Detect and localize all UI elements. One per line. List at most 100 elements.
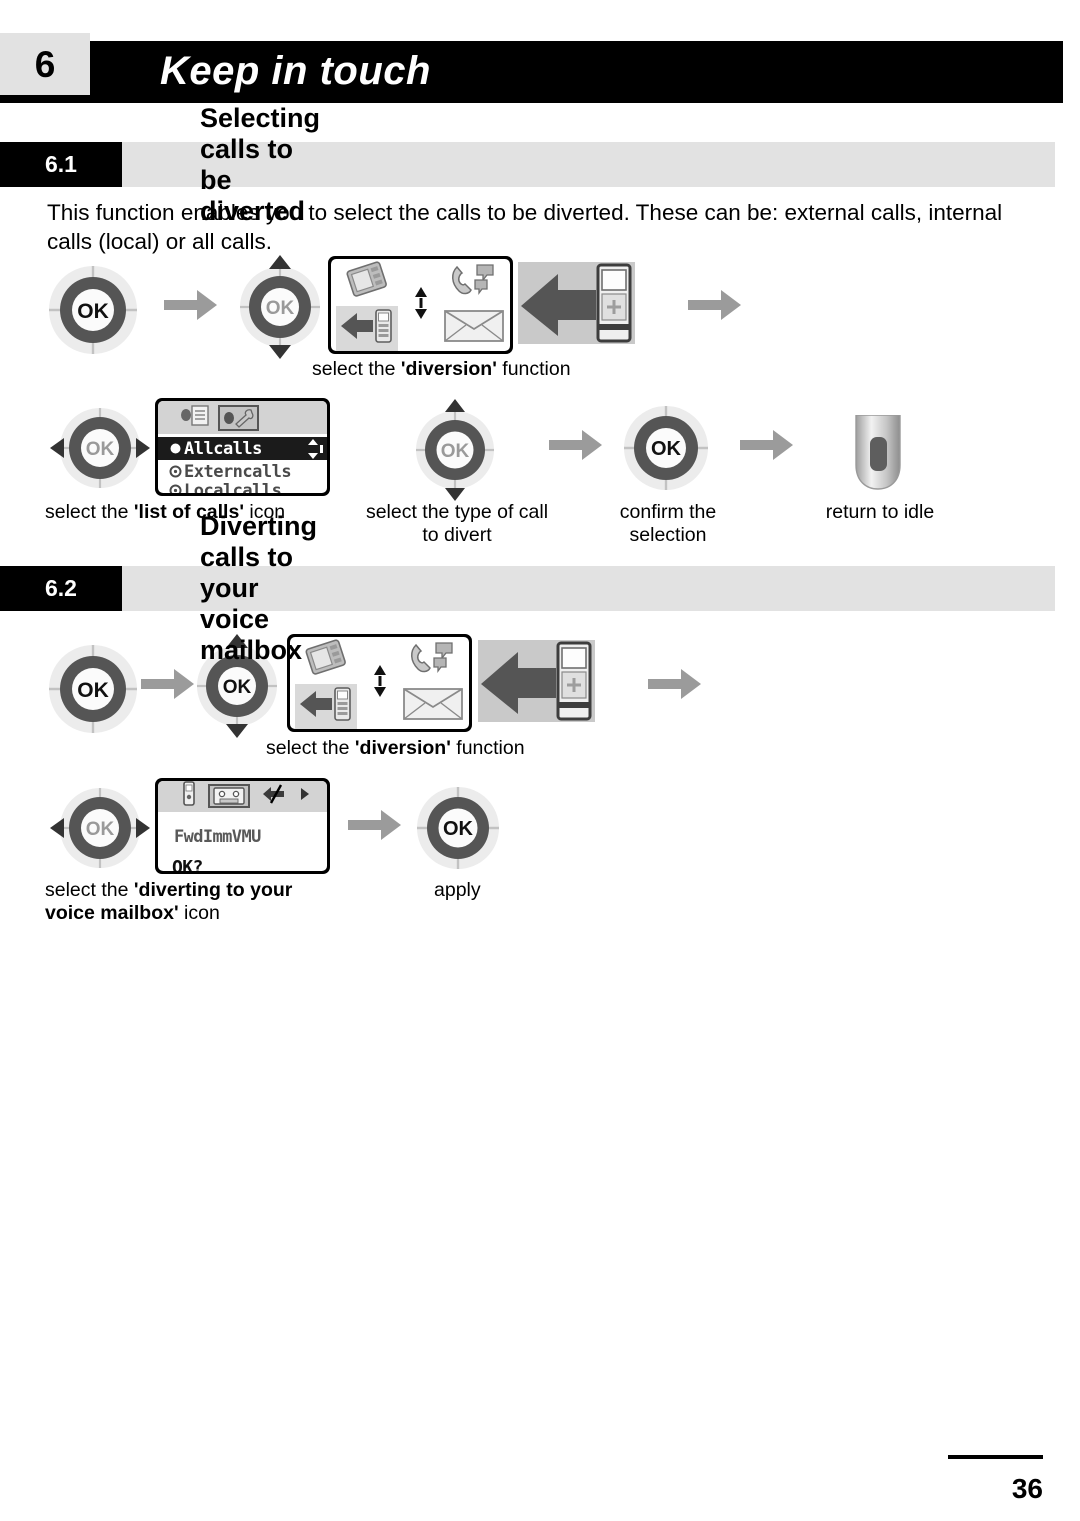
caption-text-bold-line-2: voice mailbox' — [45, 901, 179, 924]
caption-return-to-idle: return to idle — [825, 501, 935, 523]
list-item[interactable]: Localcalls — [158, 479, 327, 493]
down-arrow-icon — [226, 724, 248, 738]
up-down-arrows-icon — [372, 664, 388, 702]
caption-select-diversion: select the 'diversion' function — [312, 358, 612, 381]
left-arrow-icon — [50, 818, 64, 838]
section-number: 6.1 — [45, 151, 77, 177]
vm-confirm-prompt: OK? — [172, 857, 203, 871]
caption-select-diverting-voice-mailbox: select the 'diverting to your voice mail… — [45, 879, 375, 925]
diversion-icon-callout — [478, 640, 595, 722]
diversion-icon-callout — [518, 262, 635, 344]
ok-key-label: OK — [86, 819, 115, 840]
diversion-arrow-icon[interactable] — [336, 305, 399, 351]
caption-text-post: icon — [178, 901, 220, 924]
radio-unselected-icon — [166, 484, 184, 493]
step-arrow-icon — [549, 428, 603, 462]
section-number-box: 6.1 — [0, 142, 122, 187]
section-number: 6.2 — [45, 575, 77, 601]
caption-line-2: to divert — [422, 523, 492, 546]
step-arrow-icon — [141, 667, 195, 701]
nav-wheel-ok-plain[interactable]: OK — [45, 262, 141, 358]
handset-icon[interactable] — [182, 781, 196, 811]
nav-wheel-up-down[interactable]: OK — [406, 398, 504, 502]
next-arrow-icon[interactable] — [300, 787, 310, 806]
lcd-tab-bar — [158, 401, 327, 435]
handset-calls-icon[interactable] — [447, 261, 501, 304]
caption-text-bold: 'diversion' — [400, 358, 497, 380]
caption-line-2: selection — [629, 523, 707, 546]
caption-line-1: select the type of call — [365, 501, 549, 523]
nav-wheel-ok-apply[interactable]: OK — [412, 782, 504, 874]
lcd-voice-mailbox-screen: FwdImmVMU OK? — [155, 778, 330, 874]
settings-wrench-icon[interactable] — [218, 404, 259, 431]
left-arrow-icon — [50, 438, 64, 458]
caption-apply: apply — [434, 879, 481, 901]
nav-wheel-ok-confirm[interactable]: OK — [618, 400, 714, 496]
step-arrow-icon — [740, 428, 794, 462]
footer-divider — [948, 1455, 1043, 1459]
step-arrow-icon — [348, 808, 402, 842]
nav-wheel-ok-plain[interactable]: OK — [45, 641, 141, 737]
ok-key-label: OK — [441, 441, 470, 462]
chapter-number-box: 6 — [0, 33, 90, 95]
section-intro-text: This function enables you to select the … — [47, 200, 1003, 254]
vm-status-text: FwdImmVMU — [174, 827, 261, 847]
section-number-box: 6.2 — [0, 566, 122, 611]
caption-text-pre: select the — [312, 358, 401, 380]
caption-text-pre: select the — [266, 737, 355, 759]
list-item-label: Allcalls — [184, 438, 262, 459]
caption-confirm-selection: confirm the selection — [586, 501, 750, 547]
diversion-cancel-icon[interactable] — [262, 784, 288, 809]
down-arrow-icon — [445, 488, 465, 501]
lcd-list-of-calls-screen: Allcalls Externcalls Localcalls — [155, 398, 330, 496]
step-arrow-icon — [688, 288, 742, 322]
radio-unselected-icon — [166, 465, 184, 478]
caption-text-post: function — [450, 737, 525, 759]
up-arrow-icon — [445, 399, 465, 412]
caption-select-diversion: select the 'diversion' function — [266, 737, 586, 760]
section-gray-band — [0, 142, 1055, 187]
nav-wheel-left-right[interactable]: OK — [48, 400, 152, 496]
nav-wheel-left-right[interactable]: OK — [48, 780, 152, 876]
chapter-number: 6 — [34, 43, 56, 85]
caption-text-post: function — [496, 358, 571, 380]
envelope-icon[interactable] — [443, 307, 505, 350]
list-item-label: Localcalls — [184, 480, 282, 494]
page-number: 36 — [1011, 1473, 1043, 1504]
contacts-list-icon[interactable] — [180, 404, 210, 431]
lcd-tab-bar — [158, 781, 327, 812]
ok-key-label: OK — [77, 300, 109, 323]
ok-key-label: OK — [223, 677, 252, 698]
ok-key-label: OK — [86, 439, 115, 460]
ok-key-label: OK — [651, 438, 682, 460]
ok-key-label: OK — [266, 298, 295, 319]
envelope-icon[interactable] — [402, 685, 464, 728]
section-title: Diverting calls to your voice mailbox — [200, 511, 318, 665]
scroll-indicator-icon — [307, 438, 323, 459]
caption-text-bold: 'diversion' — [354, 737, 451, 759]
radio-selected-icon — [166, 442, 184, 455]
caption-select-type-of-call: select the type of call to divert — [357, 501, 557, 547]
list-item[interactable]: Allcalls — [158, 437, 327, 460]
right-arrow-icon — [136, 818, 150, 838]
step-arrow-icon — [164, 288, 218, 322]
section-gray-band — [0, 566, 1055, 611]
caption-text-pre: select the — [45, 879, 134, 901]
voicemail-cassette-icon[interactable] — [208, 784, 250, 809]
step-arrow-icon — [648, 667, 702, 701]
lcd-home-screen — [328, 256, 513, 354]
caption-text-pre: select the — [45, 501, 134, 523]
handset-calls-icon[interactable] — [406, 639, 460, 682]
ok-key-label: OK — [443, 818, 474, 840]
ok-key-label: OK — [77, 679, 109, 702]
up-arrow-icon — [269, 255, 291, 269]
caption-line-1: confirm the — [619, 501, 717, 523]
diversion-arrow-icon[interactable] — [295, 683, 358, 729]
hangup-key-icon[interactable] — [850, 414, 906, 496]
down-arrow-icon — [269, 345, 291, 359]
caption-text-bold-line-1: 'diverting to your — [133, 879, 293, 901]
section-title: Selecting calls to be diverted — [200, 102, 321, 226]
device-icon[interactable] — [341, 260, 393, 304]
nav-wheel-up-down[interactable]: OK — [231, 253, 329, 361]
up-down-arrows-icon — [413, 286, 429, 324]
